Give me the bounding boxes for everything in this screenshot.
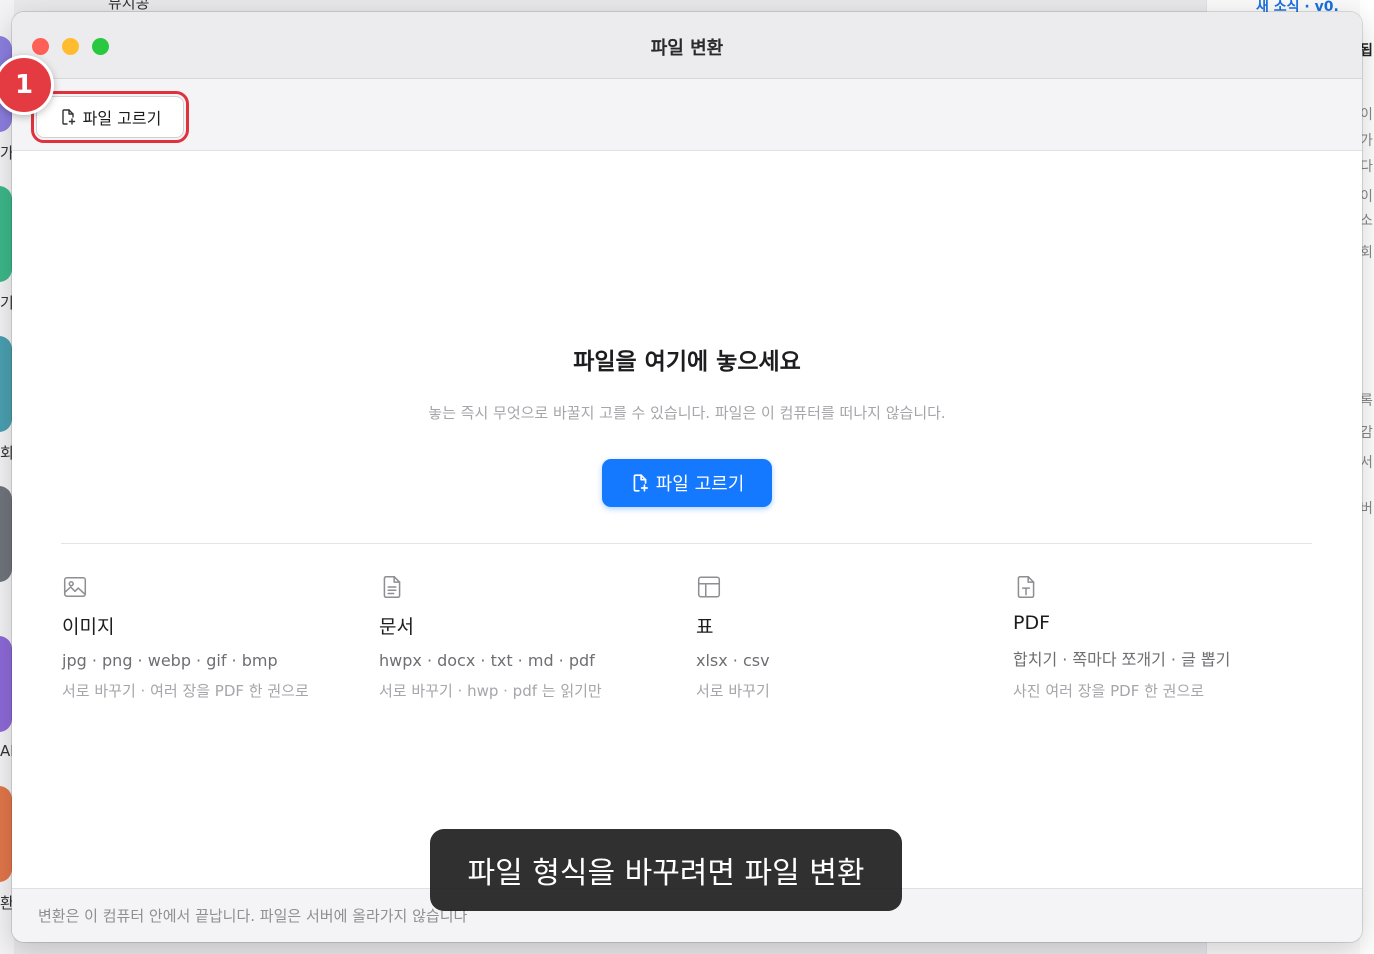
category-name: PDF xyxy=(1013,612,1051,634)
image-icon xyxy=(63,577,87,597)
background-app-icon xyxy=(0,486,12,582)
background-app-icon xyxy=(0,336,12,432)
category-formats: 합치기 · 쪽마다 쪼개기 · 글 뽑기 xyxy=(1013,650,1231,669)
category-note: 서로 바꾸기 xyxy=(696,682,770,700)
category-pdf: PDF 합치기 · 쪽마다 쪼개기 · 글 뽑기 사진 여러 장을 PDF 한 … xyxy=(1013,574,1313,701)
choose-file-toolbar-label: 파일 고르기 xyxy=(82,109,162,128)
drop-zone[interactable]: 파일을 여기에 놓으세요 놓는 즉시 무엇으로 바꿀지 고를 수 있습니다. 파… xyxy=(12,152,1362,888)
drop-zone-title: 파일을 여기에 놓으세요 xyxy=(573,349,801,375)
table-icon xyxy=(697,576,721,598)
document-icon xyxy=(383,575,401,599)
category-formats: xlsx · csv xyxy=(696,651,770,670)
category-formats: hwpx · docx · txt · md · pdf xyxy=(379,651,595,670)
category-formats: jpg · png · webp · gif · bmp xyxy=(62,651,278,670)
choose-file-button[interactable]: 파일 고르기 xyxy=(602,459,772,507)
category-note: 서로 바꾸기 · hwp · pdf 는 읽기만 xyxy=(379,682,602,700)
category-name: 표 xyxy=(696,616,714,638)
category-document: 문서 hwpx · docx · txt · md · pdf 서로 바꾸기 ·… xyxy=(379,574,679,701)
category-note: 서로 바꾸기 · 여러 장을 PDF 한 권으로 xyxy=(62,682,309,700)
category-table: 표 xlsx · csv 서로 바꾸기 xyxy=(696,574,996,701)
window-title: 파일 변환 xyxy=(650,38,724,59)
category-image: 이미지 jpg · png · webp · gif · bmp 서로 바꾸기 … xyxy=(62,574,362,701)
pdf-icon xyxy=(1017,575,1035,599)
category-note: 사진 여러 장을 PDF 한 권으로 xyxy=(1013,682,1205,700)
background-app-icon xyxy=(0,786,12,882)
drop-zone-subtitle: 놓는 즉시 무엇으로 바꿀지 고를 수 있습니다. 파일은 이 컴퓨터를 떠나지… xyxy=(428,404,946,422)
background-app-icon xyxy=(0,186,12,282)
choose-file-toolbar-button[interactable]: 파일 고르기 xyxy=(31,91,189,143)
file-add-icon xyxy=(633,474,648,492)
category-name: 문서 xyxy=(379,616,414,638)
titlebar[interactable]: 파일 변환 xyxy=(12,12,1362,79)
file-convert-window: 파일 변환 파일 고르기 파일을 여기에 놓으세요 놓는 즉시 무엇으로 바꿀지… xyxy=(12,12,1362,942)
category-name: 이미지 xyxy=(62,616,115,638)
section-divider xyxy=(61,543,1312,544)
choose-file-button-label: 파일 고르기 xyxy=(655,474,745,495)
background-app-icon xyxy=(0,636,12,732)
file-add-icon xyxy=(61,109,75,125)
hint-toast: 파일 형식을 바꾸려면 파일 변환 xyxy=(430,829,902,911)
toolbar: 파일 고르기 xyxy=(12,79,1362,151)
privacy-note: 변환은 이 컴퓨터 안에서 끝납니다. 파일은 서버에 올라가지 않습니다 xyxy=(38,907,468,925)
